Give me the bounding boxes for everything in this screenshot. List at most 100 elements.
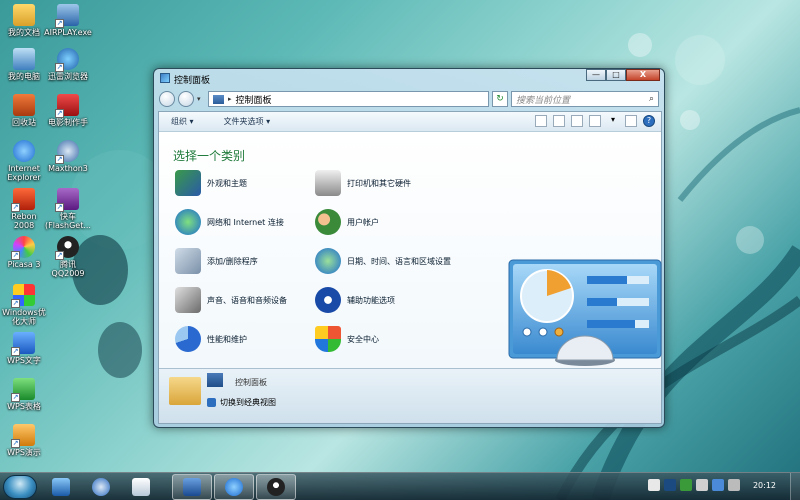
volume-icon[interactable] bbox=[728, 479, 740, 491]
preview-pane-icon[interactable] bbox=[625, 115, 637, 127]
category-user-accounts[interactable]: 用户帐户 bbox=[315, 209, 379, 235]
address-field[interactable]: ▸ 控制面板 bbox=[208, 91, 489, 107]
switch-to-classic-view-link[interactable]: 切换到经典视图 bbox=[207, 397, 276, 408]
network-icon[interactable] bbox=[712, 479, 724, 491]
view-tiles-icon[interactable] bbox=[553, 115, 565, 127]
desktop-icon-airplay[interactable]: ↗ AIRPLAY.exe bbox=[44, 4, 92, 37]
search-icon[interactable]: ⌕ bbox=[649, 94, 654, 104]
document-icon bbox=[132, 478, 150, 496]
breadcrumb-control-panel[interactable]: 控制面板 bbox=[236, 93, 272, 106]
category-sound[interactable]: 声音、语音和音频设备 bbox=[175, 287, 287, 313]
view-list-icon[interactable] bbox=[571, 115, 583, 127]
start-button[interactable] bbox=[3, 475, 37, 499]
shortcut-arrow-icon: ↗ bbox=[55, 251, 64, 260]
address-bar: ▾ ▸ 控制面板 ↻ 搜索当前位置 ⌕ bbox=[159, 89, 659, 109]
taskbar-ie-task[interactable] bbox=[214, 474, 254, 500]
clock[interactable]: 20:12 bbox=[753, 481, 776, 490]
caption-buttons: — □ X bbox=[586, 69, 660, 81]
desktop-icon-label: Internet Explorer bbox=[7, 164, 41, 182]
desktop-icon-maxthon[interactable]: ↗ Maxthon3 bbox=[44, 140, 92, 173]
taskbar-pin-app[interactable] bbox=[86, 475, 116, 499]
ie-icon bbox=[13, 140, 35, 162]
category-label: 辅助功能选项 bbox=[347, 295, 395, 305]
tray-app-icon[interactable] bbox=[664, 479, 676, 491]
control-panel-icon bbox=[183, 478, 201, 496]
category-date-time-language[interactable]: 日期、时间、语言和区域设置 bbox=[315, 248, 451, 274]
taskbar-control-panel-task[interactable] bbox=[172, 474, 212, 500]
desktop-icon-my-computer[interactable]: 我的电脑 bbox=[0, 48, 48, 81]
category-label: 添加/删除程序 bbox=[207, 256, 258, 266]
control-panel-icon bbox=[160, 73, 170, 83]
category-add-remove-programs[interactable]: 添加/删除程序 bbox=[175, 248, 258, 274]
shortcut-arrow-icon: ↗ bbox=[11, 251, 20, 260]
taskbar-pin-document[interactable] bbox=[126, 475, 156, 499]
desktop-icon-wps-spreadsheet[interactable]: ↗ WPS表格 bbox=[0, 378, 48, 411]
control-panel-window[interactable]: 控制面板 — □ X ▾ ▸ 控制面板 ↻ 搜索当前位置 ⌕ 组织 ▾ 文件夹选… bbox=[153, 68, 665, 428]
shortcut-arrow-icon: ↗ bbox=[55, 19, 64, 28]
page-title: 选择一个类别 bbox=[173, 149, 246, 163]
desktop-icon-label: 我的文档 bbox=[8, 28, 40, 37]
app-icon: ↗ bbox=[11, 188, 35, 212]
minimize-button[interactable]: — bbox=[586, 69, 606, 81]
help-icon[interactable]: ? bbox=[643, 115, 655, 127]
accessibility-icon bbox=[315, 287, 341, 313]
search-input[interactable]: 搜索当前位置 ⌕ bbox=[511, 91, 659, 107]
category-appearance[interactable]: 外观和主题 bbox=[175, 170, 247, 196]
tray-app-icon[interactable] bbox=[680, 479, 692, 491]
windows-icon: ↗ bbox=[11, 284, 35, 308]
desktop-icon-my-documents[interactable]: 我的文档 bbox=[0, 4, 48, 37]
view-dropdown-icon[interactable]: ▾ bbox=[607, 115, 619, 127]
category-network[interactable]: 网络和 Internet 连接 bbox=[175, 209, 284, 235]
close-button[interactable]: X bbox=[626, 69, 660, 81]
window-title: 控制面板 bbox=[174, 76, 211, 86]
desktop-icon-optimizer[interactable]: ↗ Windows优化大师 bbox=[0, 284, 48, 326]
category-security-center[interactable]: 安全中心 bbox=[315, 326, 379, 352]
view-details-icon[interactable] bbox=[589, 115, 601, 127]
organize-menu[interactable]: 组织 ▾ bbox=[171, 116, 194, 127]
desktop-icon-label: WPS演示 bbox=[7, 448, 41, 457]
desktop-icon-movie-maker[interactable]: ↗ 电影制作手 bbox=[44, 94, 92, 127]
computer-icon bbox=[13, 48, 35, 70]
category-view: 选择一个类别 外观和主题 网络和 Internet 连接 添加/删除程序 声音、… bbox=[159, 133, 662, 371]
category-printers[interactable]: 打印机和其它硬件 bbox=[315, 170, 411, 196]
desktop-icon-label: 我的电脑 bbox=[8, 72, 40, 81]
desktop-icon-rebon[interactable]: ↗ Rebon 2008 bbox=[0, 188, 48, 230]
shortcut-arrow-icon: ↗ bbox=[55, 63, 64, 72]
desktop-icon-picasa[interactable]: ↗ Picasa 3 bbox=[0, 236, 48, 269]
back-button[interactable] bbox=[159, 91, 175, 107]
desktop-icon-label: AIRPLAY.exe bbox=[44, 28, 92, 37]
taskbar-show-desktop-pin[interactable] bbox=[46, 475, 76, 499]
folder-icon bbox=[13, 4, 35, 26]
selected-item-name: 控制面板 bbox=[235, 378, 267, 387]
desktop-icon-qq[interactable]: ↗ 腾讯QQ2009 bbox=[44, 236, 92, 278]
folder-options-menu[interactable]: 文件夹选项 ▾ bbox=[224, 116, 271, 127]
shortcut-arrow-icon: ↗ bbox=[11, 439, 20, 448]
desktop-icon-internet-explorer[interactable]: Internet Explorer bbox=[0, 140, 48, 182]
maximize-button[interactable]: □ bbox=[606, 69, 626, 81]
penguin-icon bbox=[267, 478, 285, 496]
desktop-icon-browser[interactable]: ↗ 迅雷浏览器 bbox=[44, 48, 92, 81]
category-performance[interactable]: 性能和维护 bbox=[175, 326, 247, 352]
breadcrumb-separator[interactable]: ▸ bbox=[228, 95, 232, 103]
desktop-icon-label: 快车(FlashGet... bbox=[45, 212, 91, 230]
wps-spreadsheet-icon: ↗ bbox=[11, 378, 35, 402]
desktop-icon-flashget[interactable]: ↗ 快车(FlashGet... bbox=[44, 188, 92, 230]
taskbar-qq-task[interactable] bbox=[256, 474, 296, 500]
recent-pages-dropdown[interactable]: ▾ bbox=[197, 95, 205, 103]
forward-button[interactable] bbox=[178, 91, 194, 107]
tray-app-icon[interactable] bbox=[696, 479, 708, 491]
view-icons-icon[interactable] bbox=[535, 115, 547, 127]
category-accessibility[interactable]: 辅助功能选项 bbox=[315, 287, 395, 313]
desktop-icon-recycle-bin[interactable]: 回收站 bbox=[0, 94, 48, 127]
app-icon: ↗ bbox=[55, 94, 79, 118]
shortcut-arrow-icon: ↗ bbox=[11, 347, 20, 356]
shortcut-arrow-icon: ↗ bbox=[11, 393, 20, 402]
title-bar[interactable]: 控制面板 — □ X bbox=[154, 69, 664, 87]
tray-app-icon[interactable] bbox=[648, 479, 660, 491]
desktop-icon-wps-presentation[interactable]: ↗ WPS演示 bbox=[0, 424, 48, 457]
category-label: 日期、时间、语言和区域设置 bbox=[347, 256, 451, 266]
show-desktop-button[interactable] bbox=[790, 473, 800, 500]
shortcut-arrow-icon: ↗ bbox=[11, 203, 20, 212]
refresh-button[interactable]: ↻ bbox=[492, 91, 508, 107]
desktop-icon-wps-writer[interactable]: ↗ WPS文字 bbox=[0, 332, 48, 365]
